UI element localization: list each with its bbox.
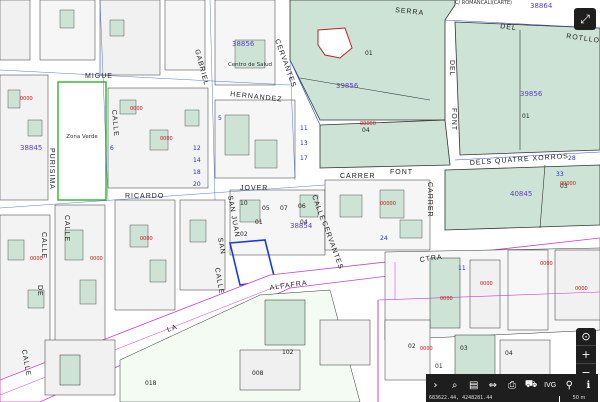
- street-view-icon[interactable]: ⛟: [522, 379, 540, 392]
- svg-text:0000: 0000: [30, 256, 43, 262]
- street-font-vertical: FONT: [450, 108, 457, 131]
- street-purisima: PURISIMA: [48, 148, 55, 190]
- parcel-number: 02: [408, 343, 416, 350]
- street-number: 28: [568, 155, 576, 162]
- street-ricardo: RICARDO: [125, 193, 164, 200]
- svg-text:0000: 0000: [130, 106, 143, 112]
- svg-text:0000: 0000: [90, 256, 103, 262]
- ivg-button[interactable]: IVG: [541, 382, 559, 389]
- locate-icon[interactable]: ⊙: [576, 328, 596, 346]
- svg-text:0000: 0000: [420, 346, 433, 352]
- street-number: 33: [556, 171, 564, 178]
- bottom-toolbar: › ⌕ ▤ ⇔ ⎙ ⛟ IVG ⚲ ℹ: [426, 374, 598, 396]
- street-number: 13: [300, 140, 308, 147]
- street-number: 6: [110, 145, 114, 152]
- street-number: 11: [458, 265, 466, 272]
- street-number: 14: [193, 157, 201, 164]
- top-street-label: C/ ROMANCALI(CARTE): [455, 0, 512, 6]
- street-font: FONT: [390, 169, 413, 176]
- parcel-number: 01: [255, 219, 263, 226]
- ref-label: 38845: [20, 144, 42, 152]
- parcel-number: 01: [435, 363, 443, 370]
- parcel-number: 018: [145, 380, 157, 387]
- street-jover: JOVER: [240, 185, 268, 192]
- block-center-green[interactable]: [319, 119, 451, 169]
- block-northeast-green[interactable]: [454, 21, 600, 156]
- parcel-number: 008: [252, 370, 264, 377]
- svg-text:00000: 00000: [560, 181, 576, 187]
- collapse-arrow-icon[interactable]: ›: [427, 380, 445, 391]
- parcel-number: 04: [362, 127, 370, 134]
- cadastral-map[interactable]: Zona Verde Centro de Salud SERRA DEL ROT…: [0, 0, 600, 402]
- search-icon[interactable]: ⌕: [446, 380, 464, 391]
- street-calle-left: CALLE: [63, 215, 70, 242]
- street-miguel: MIGUE: [85, 73, 113, 80]
- street-del-vertical: DEL: [448, 60, 455, 77]
- street-number: 5: [218, 115, 222, 122]
- parcel-number: 02: [240, 231, 248, 238]
- svg-text:0000: 0000: [20, 96, 33, 102]
- street-number: 12: [193, 145, 201, 152]
- ref-label: 39856: [520, 90, 543, 98]
- centro-salud-label: Centro de Salud: [228, 62, 272, 68]
- parcel-number: 05: [262, 205, 270, 212]
- svg-text:00000: 00000: [360, 121, 376, 127]
- ref-label: 39856: [336, 82, 359, 90]
- svg-text:00000: 00000: [380, 201, 396, 207]
- street-number: 18: [193, 169, 201, 176]
- scale-bar: 50 m: [560, 395, 598, 402]
- zona-verde-park[interactable]: [57, 81, 107, 201]
- coordinates-readout: 683622.44, 4248281.44: [426, 395, 559, 402]
- parcel-number: 07: [280, 205, 288, 212]
- svg-text:0000: 0000: [540, 261, 553, 267]
- parcel-number: 01: [365, 50, 373, 57]
- parcel-number: 10: [240, 200, 248, 207]
- street-carrer: CARRER: [340, 173, 376, 180]
- street-number: 17: [300, 155, 308, 162]
- zona-verde-label: Zona Verde: [66, 134, 98, 140]
- parcel-number: 102: [282, 349, 294, 356]
- print-icon[interactable]: ⎙: [503, 380, 521, 391]
- parcel-number: 04: [300, 219, 308, 226]
- route-icon[interactable]: ⚲: [560, 380, 578, 391]
- parcel-number: 06: [298, 203, 306, 210]
- layers-icon[interactable]: ▤: [465, 380, 483, 391]
- street-de: DE: [36, 285, 43, 297]
- info-icon[interactable]: ℹ: [579, 380, 597, 391]
- parcel-number: 04: [505, 350, 513, 357]
- parcel-number: 01: [522, 113, 530, 120]
- parcel-number: 03: [460, 345, 468, 352]
- zoom-in-button[interactable]: +: [576, 346, 596, 364]
- svg-text:0000: 0000: [575, 286, 588, 292]
- expand-icon[interactable]: ⤢: [574, 8, 596, 30]
- svg-text:0000: 0000: [160, 136, 173, 142]
- street-number: 24: [380, 235, 388, 242]
- block-northwest-green[interactable]: [289, 0, 456, 121]
- svg-text:0000: 0000: [440, 296, 453, 302]
- street-number: 11: [300, 125, 308, 132]
- ref-label: 40845: [510, 190, 532, 198]
- svg-text:0000: 0000: [140, 236, 153, 242]
- svg-text:0000: 0000: [480, 281, 493, 287]
- measure-icon[interactable]: ⇔: [484, 380, 502, 391]
- street-carrer-vertical: CARRER: [426, 182, 433, 218]
- ref-label: 38856: [232, 40, 255, 48]
- map-viewer[interactable]: Zona Verde Centro de Salud SERRA DEL ROT…: [0, 0, 600, 402]
- street-number: 20: [193, 181, 201, 188]
